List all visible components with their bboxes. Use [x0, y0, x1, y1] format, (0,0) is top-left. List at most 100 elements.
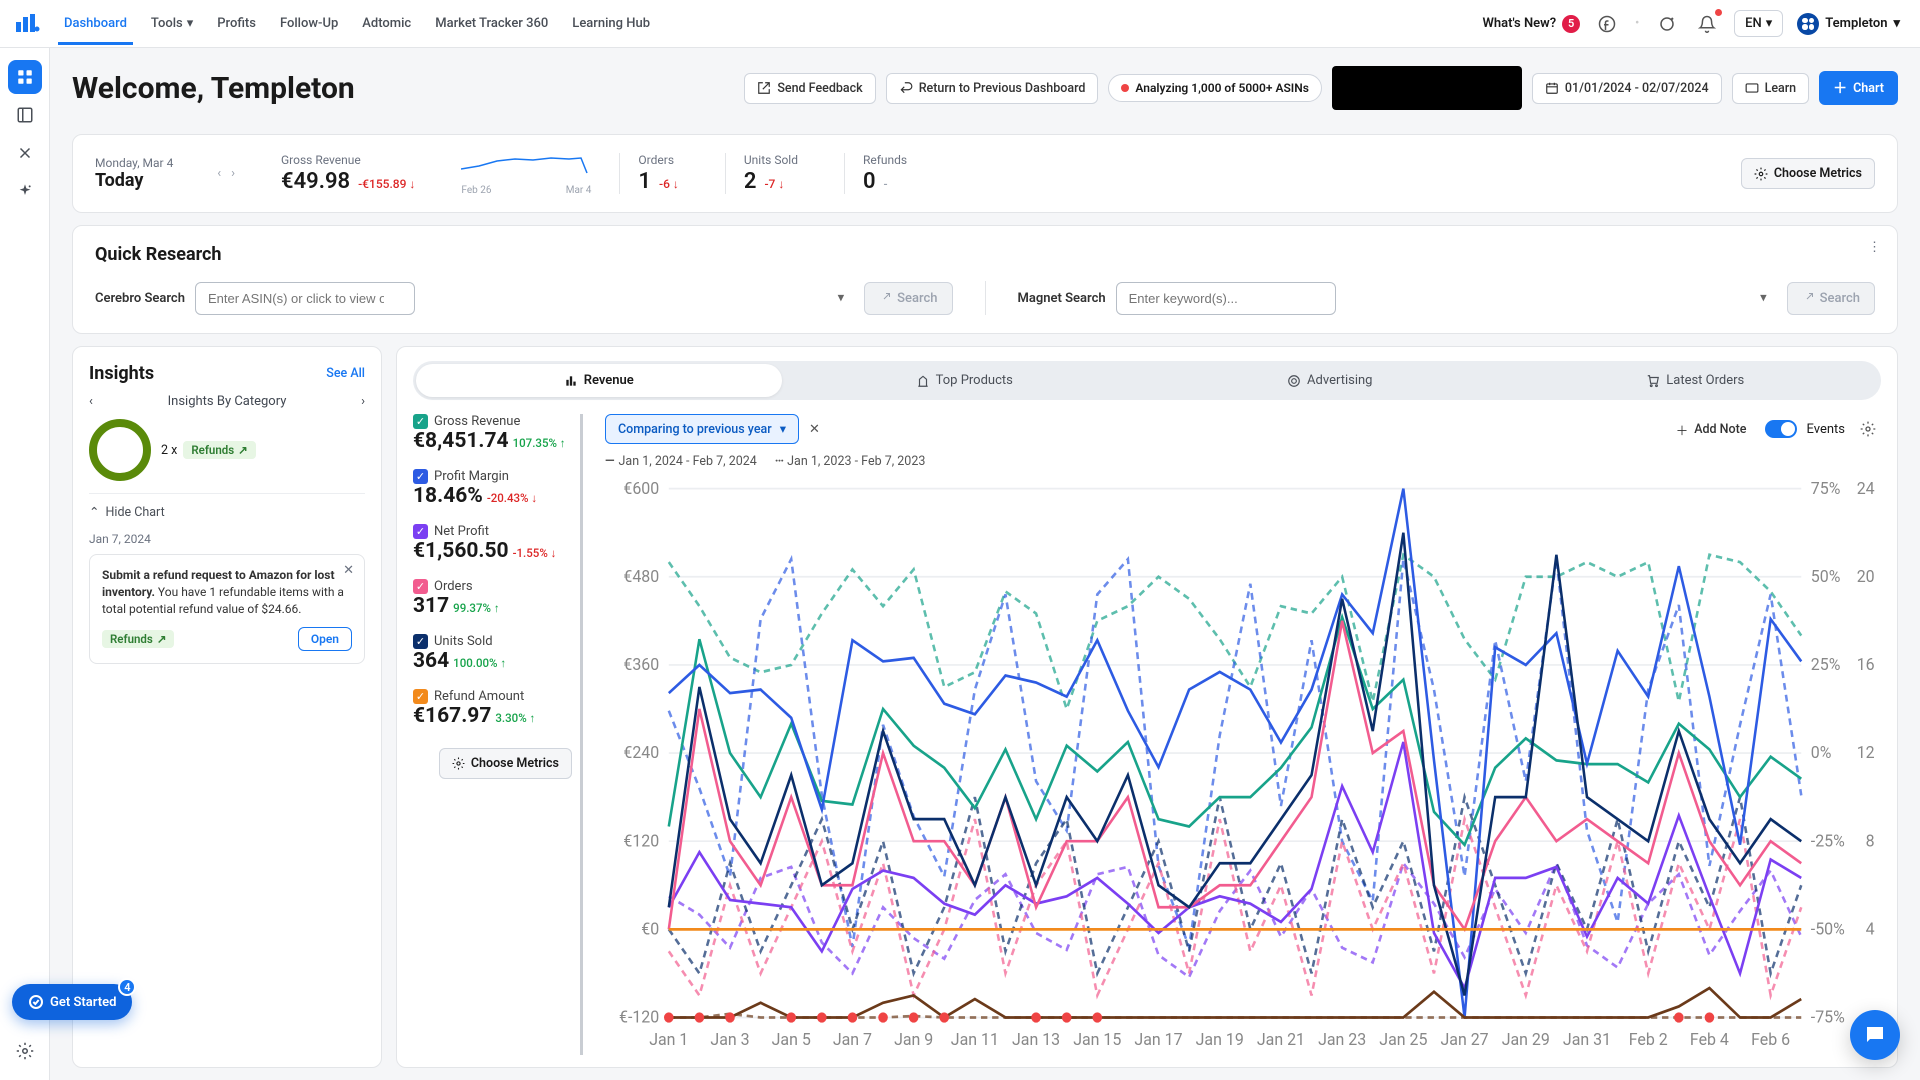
- svg-text:Feb 6: Feb 6: [1751, 1030, 1790, 1050]
- next-day-button[interactable]: ›: [231, 166, 235, 181]
- refunds-tag[interactable]: Refunds↗: [102, 630, 174, 648]
- chevron-down-icon[interactable]: ▾: [838, 291, 845, 306]
- svg-text:-50%: -50%: [1811, 920, 1845, 940]
- whats-new-badge: 5: [1562, 15, 1580, 33]
- return-previous-button[interactable]: Return to Previous Dashboard: [886, 73, 1099, 104]
- svg-text:Jan 11: Jan 11: [951, 1030, 999, 1050]
- metric-label: Units Sold: [744, 153, 798, 167]
- svg-text:24: 24: [1857, 479, 1875, 499]
- nav-tab-dashboard[interactable]: Dashboard: [64, 2, 127, 45]
- prev-day-button[interactable]: ‹: [217, 166, 221, 181]
- refunds-tag[interactable]: Refunds↗: [183, 441, 255, 459]
- user-menu[interactable]: Templeton▾: [1797, 13, 1900, 35]
- close-icon[interactable]: ✕: [343, 563, 354, 578]
- tab-latest-orders[interactable]: Latest Orders: [1513, 364, 1879, 397]
- spark-end: Mar 4: [566, 185, 592, 196]
- magnet-search-button[interactable]: Search: [1787, 282, 1875, 315]
- svg-text:-25%: -25%: [1811, 832, 1845, 852]
- nav-tab-adtomic[interactable]: Adtomic: [362, 2, 411, 45]
- metric-delta: -7 ↓: [764, 177, 784, 191]
- svg-text:12: 12: [1857, 744, 1875, 764]
- choose-metrics-button[interactable]: Choose Metrics: [1741, 158, 1875, 189]
- insights-prev[interactable]: ‹: [89, 394, 93, 409]
- choose-metrics-button[interactable]: Choose Metrics: [439, 748, 572, 779]
- language-selector[interactable]: EN▾: [1734, 10, 1783, 37]
- cerebro-search-button[interactable]: Search: [864, 282, 952, 315]
- svg-text:Jan 13: Jan 13: [1012, 1030, 1060, 1050]
- sparkle-icon[interactable]: [1654, 11, 1680, 37]
- compare-close[interactable]: ✕: [809, 422, 820, 437]
- svg-text:€0: €0: [641, 920, 659, 940]
- metric-item[interactable]: ✓Refund Amount €167.973.30% ↑: [413, 689, 572, 728]
- sidebar-tools[interactable]: [8, 136, 42, 170]
- svg-text:Jan 17: Jan 17: [1134, 1030, 1182, 1050]
- quick-title: Quick Research: [95, 244, 1875, 265]
- insights-category: Insights By Category: [168, 394, 287, 409]
- svg-text:25%: 25%: [1811, 656, 1841, 676]
- svg-text:Jan 29: Jan 29: [1502, 1030, 1550, 1050]
- nav-tab-learning-hub[interactable]: Learning Hub: [572, 2, 650, 45]
- nav-tab-followup[interactable]: Follow-Up: [280, 2, 338, 45]
- more-menu[interactable]: ⋮: [1868, 240, 1881, 255]
- compare-select[interactable]: Comparing to previous year▾: [605, 414, 799, 444]
- svg-text:0%: 0%: [1811, 744, 1832, 764]
- see-all-link[interactable]: See All: [326, 366, 365, 381]
- chat-fab[interactable]: [1850, 1010, 1900, 1060]
- insight-text: Submit a refund request to Amazon for lo…: [102, 567, 352, 617]
- metric-item[interactable]: ✓Net Profit €1,560.50-1.55% ↓: [413, 524, 572, 563]
- svg-text:€120: €120: [623, 832, 659, 852]
- page-title: Welcome, Templeton: [72, 71, 355, 106]
- metric-value: 1: [638, 169, 651, 194]
- date-range-picker[interactable]: 01/01/2024 - 02/07/2024: [1532, 73, 1722, 104]
- revenue-card: Revenue Top Products Advertising Latest …: [396, 346, 1898, 1068]
- facebook-icon[interactable]: [1594, 11, 1620, 37]
- svg-text:Jan 7: Jan 7: [833, 1030, 872, 1050]
- learn-button[interactable]: Learn: [1732, 73, 1810, 104]
- sidebar-settings[interactable]: [8, 1034, 42, 1068]
- quick-research-card: ⋮ Quick Research Cerebro Search ▾ Search…: [72, 225, 1898, 334]
- svg-text:20: 20: [1857, 567, 1875, 587]
- gear-icon[interactable]: [1855, 416, 1881, 442]
- metric-label: Orders: [638, 153, 678, 167]
- metric-item[interactable]: ✓Profit Margin 18.46%-20.43% ↓: [413, 469, 572, 508]
- sidebar-layout[interactable]: [8, 98, 42, 132]
- metric-delta: -€155.89 ↓: [358, 177, 415, 191]
- metric-delta: -: [884, 177, 888, 191]
- send-feedback-button[interactable]: Send Feedback: [744, 73, 875, 104]
- svg-text:Jan 25: Jan 25: [1379, 1030, 1427, 1050]
- insights-count: 2 x: [161, 443, 177, 458]
- sidebar-ai[interactable]: [8, 174, 42, 208]
- whats-new[interactable]: What's New?5: [1482, 15, 1580, 33]
- app-logo[interactable]: [16, 12, 40, 36]
- tab-revenue[interactable]: Revenue: [416, 364, 782, 397]
- metric-label: Gross Revenue: [281, 153, 415, 167]
- nav-tab-tools[interactable]: Tools▾: [151, 2, 193, 45]
- add-note-button[interactable]: ＋Add Note: [1668, 416, 1755, 443]
- metric-item[interactable]: ✓Orders 31799.37% ↑: [413, 579, 572, 618]
- metric-item[interactable]: ✓Units Sold 364100.00% ↑: [413, 634, 572, 673]
- chart-button[interactable]: ＋Chart: [1819, 71, 1898, 105]
- get-started-button[interactable]: Get Started 4: [12, 984, 132, 1020]
- events-toggle[interactable]: [1765, 420, 1797, 438]
- sidebar-dashboard[interactable]: [8, 60, 42, 94]
- today-card: Monday, Mar 4 Today ‹ › Gross Revenue €4…: [72, 134, 1898, 213]
- bell-icon[interactable]: [1694, 11, 1720, 37]
- insights-next[interactable]: ›: [361, 394, 365, 409]
- tab-advertising[interactable]: Advertising: [1147, 364, 1513, 397]
- insight-date: Jan 7, 2024: [89, 532, 365, 546]
- hide-chart-toggle[interactable]: ⌃Hide Chart: [89, 493, 365, 520]
- nav-tab-market-tracker[interactable]: Market Tracker 360: [435, 2, 548, 45]
- tab-top-products[interactable]: Top Products: [782, 364, 1148, 397]
- nav-tab-profits[interactable]: Profits: [217, 2, 256, 45]
- cerebro-input[interactable]: [195, 282, 415, 315]
- svg-text:€600: €600: [623, 479, 659, 499]
- chevron-down-icon[interactable]: ▾: [1760, 291, 1767, 306]
- svg-text:-75%: -75%: [1811, 1008, 1845, 1028]
- svg-text:Jan 9: Jan 9: [894, 1030, 933, 1050]
- insights-card: Insights See All ‹Insights By Category› …: [72, 346, 382, 1068]
- svg-text:€240: €240: [623, 744, 659, 764]
- magnet-input[interactable]: [1116, 282, 1336, 315]
- open-button[interactable]: Open: [298, 627, 352, 651]
- metric-item[interactable]: ✓Gross Revenue €8,451.74107.35% ↑: [413, 414, 572, 453]
- spark-start: Feb 26: [461, 185, 491, 196]
